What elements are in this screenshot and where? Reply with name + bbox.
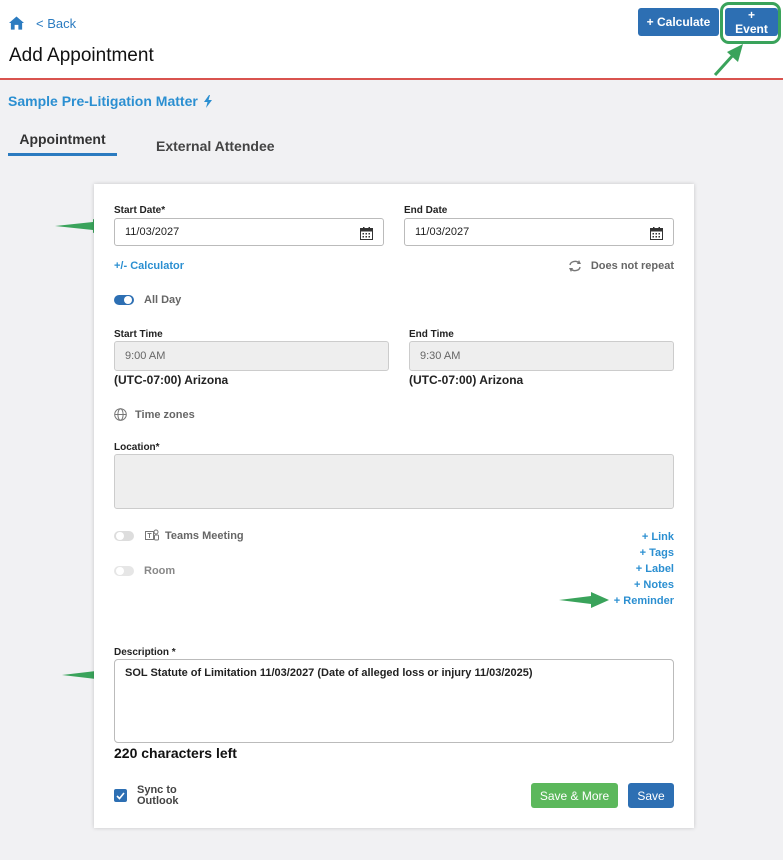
add-label-link[interactable]: + Label [614,561,674,577]
teams-meeting-label: Teams Meeting [165,530,244,542]
matter-name: Sample Pre-Litigation Matter [8,93,198,109]
lightning-icon [203,94,212,108]
add-reminder-link[interactable]: + Reminder [614,593,674,609]
end-timezone: (UTC-07:00) Arizona [409,373,524,387]
calculate-button[interactable]: + Calculate [638,8,719,36]
check-icon [116,791,125,800]
calendar-icon[interactable] [650,227,663,240]
extra-links: + Link + Tags + Label + Notes + Reminder [614,529,674,609]
characters-left: 220 characters left [114,745,237,761]
location-label: Location* [114,442,160,453]
start-time-input[interactable]: 9:00 AM [114,341,389,371]
add-tags-link[interactable]: + Tags [614,545,674,561]
top-bar: < Back Add Appointment + Calculate + Eve… [0,0,783,80]
description-label: Description * [114,647,176,658]
page-title: Add Appointment [9,45,154,66]
start-date-label: Start Date* [114,205,166,216]
add-link-link[interactable]: + Link [614,529,674,545]
calendar-icon[interactable] [360,227,373,240]
start-date-value: 11/03/2027 [125,226,180,238]
back-link[interactable]: < Back [36,16,76,31]
end-time-input[interactable]: 9:30 AM [409,341,674,371]
description-textarea[interactable]: SOL Statute of Limitation 11/03/2027 (Da… [114,659,674,743]
start-date-input[interactable]: 11/03/2027 [114,218,384,246]
event-button-highlight [720,2,781,44]
teams-icon [145,529,159,541]
save-button[interactable]: Save [628,783,674,808]
calculator-link[interactable]: +/- Calculator [114,260,184,272]
end-time-label: End Time [409,329,454,340]
start-time-label: Start Time [114,329,163,340]
tab-appointment[interactable]: Appointment [8,131,117,156]
teams-meeting-toggle[interactable] [114,531,134,541]
repeat-icon [568,260,581,272]
sync-label-line2: Outlook [137,795,179,807]
location-input[interactable] [114,454,674,509]
appointment-form: Start Date* 11/03/2027 End Date 11/03/20… [94,184,694,828]
annotation-arrow-event [713,44,743,77]
home-icon[interactable] [9,16,24,30]
matter-link[interactable]: Sample Pre-Litigation Matter [8,93,212,109]
room-label: Room [144,565,176,577]
globe-icon [114,408,127,421]
room-toggle[interactable] [114,566,134,576]
all-day-toggle[interactable] [114,295,134,305]
sync-outlook-label: Sync to Outlook [137,785,179,807]
start-timezone: (UTC-07:00) Arizona [114,373,229,387]
end-date-input[interactable]: 11/03/2027 [404,218,674,246]
end-time-value: 9:30 AM [420,350,461,362]
repeat-control[interactable]: Does not repeat [567,259,674,273]
end-date-label: End Date [404,205,448,216]
annotation-arrow-reminder [559,592,609,608]
save-and-more-button[interactable]: Save & More [531,783,618,808]
tab-external-attendee[interactable]: External Attendee [156,138,275,154]
all-day-label: All Day [144,294,182,306]
start-time-value: 9:00 AM [125,350,166,362]
end-date-value: 11/03/2027 [415,226,470,238]
add-notes-link[interactable]: + Notes [614,577,674,593]
repeat-label: Does not repeat [590,260,674,272]
time-zones-label: Time zones [135,408,195,421]
sync-outlook-checkbox[interactable] [114,789,127,802]
time-zones-control[interactable]: Time zones [114,408,195,421]
